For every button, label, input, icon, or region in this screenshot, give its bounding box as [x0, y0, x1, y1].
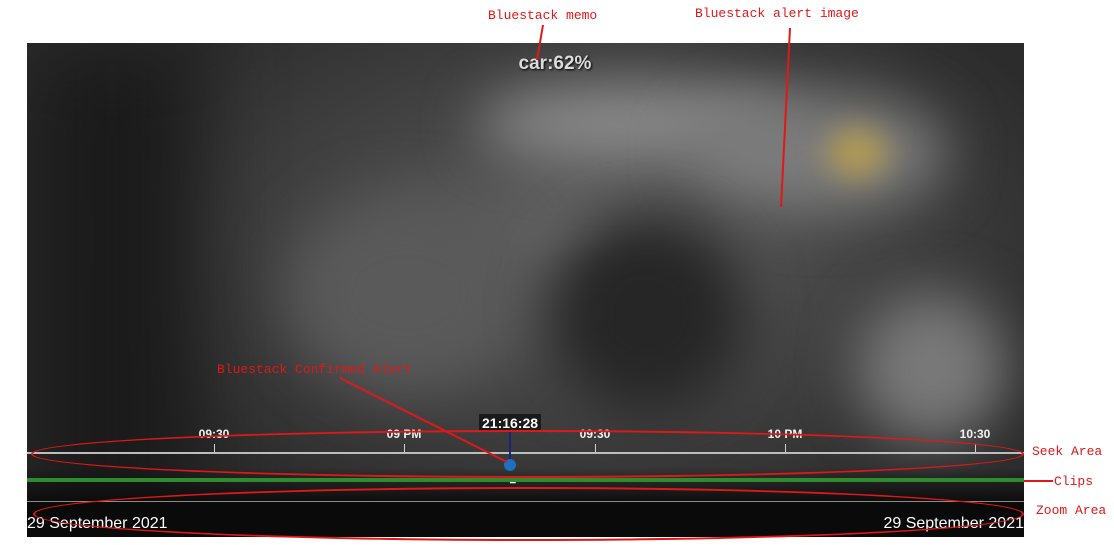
zoom-area-outline — [33, 487, 1024, 541]
clips-annotation: Clips — [1054, 474, 1094, 489]
memo-pointer-line — [536, 24, 544, 61]
seek-area-outline — [31, 430, 1024, 478]
confirmed-alert-annotation: Bluestack Confirmed Alert — [217, 362, 413, 377]
memo-annotation: Bluestack memo — [488, 8, 598, 23]
alert-image-annotation: Bluestack alert image — [695, 6, 859, 21]
alert-image-pointer-line — [780, 27, 791, 208]
zoom-area-annotation: Zoom Area — [1036, 503, 1107, 518]
seek-area-annotation: Seek Area — [1032, 444, 1103, 459]
